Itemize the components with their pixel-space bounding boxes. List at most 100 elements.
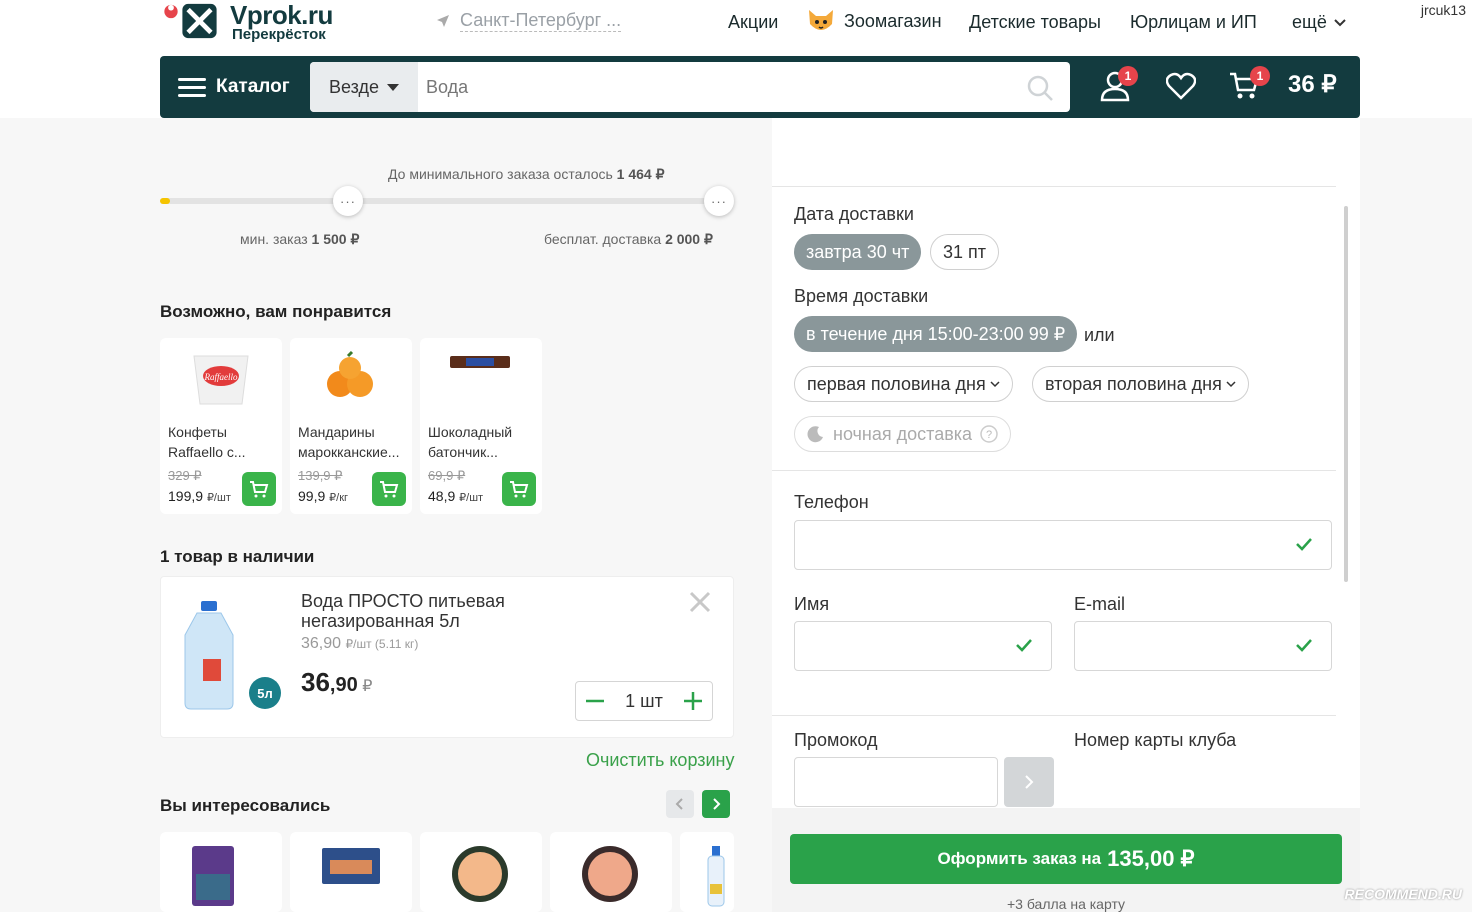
chevron-down-icon — [1334, 18, 1346, 26]
chevron-down-icon — [990, 381, 1000, 388]
chevron-left-icon — [675, 798, 683, 810]
divider — [772, 470, 1336, 471]
search-scope-label: Везде — [329, 76, 379, 97]
watermark: RECOMMEND.RU — [1344, 886, 1462, 902]
place-order-amount: 135,00 ₽ — [1107, 846, 1195, 871]
add-to-cart-button[interactable] — [242, 472, 276, 506]
product-card[interactable]: Шоколадный батончик... 69,9 ₽ 48,9 ₽/шт — [420, 338, 542, 514]
product-card[interactable]: Raffaello Конфеты Raffaello с... 329 ₽ 19… — [160, 338, 282, 514]
chevron-down-icon — [1226, 381, 1236, 388]
product-price-value: 48,9 — [428, 488, 456, 504]
logo[interactable]: Vprok.ru Перекрёсток — [160, 0, 340, 44]
help-icon: ? — [980, 425, 998, 443]
interested-title: Вы интересовались — [160, 796, 331, 815]
search-scope-dropdown[interactable]: Везде — [310, 62, 418, 112]
search-input[interactable] — [426, 62, 1006, 112]
phone-field[interactable] — [794, 520, 1332, 570]
product-price: 48,9 ₽/шт — [428, 488, 483, 504]
catalog-button[interactable]: Каталог — [178, 56, 290, 118]
city-selector[interactable]: Санкт-Петербург ... — [436, 10, 622, 32]
order-progress-fill — [160, 198, 170, 204]
product-price-unit: ₽/кг — [329, 492, 349, 504]
profile-button[interactable]: 1 — [1100, 66, 1138, 107]
carousel-prev-button[interactable] — [666, 790, 694, 818]
place-order-button[interactable]: Оформить заказ на 135,00 ₽ — [790, 834, 1342, 884]
place-order-label: Оформить заказ на — [937, 849, 1102, 868]
product-price: 199,9 ₽/шт — [168, 488, 231, 504]
product-name-line1: Мандарины — [298, 424, 375, 440]
nav-petshop[interactable]: Зоомагазин — [806, 6, 942, 36]
email-field[interactable] — [1074, 621, 1332, 671]
search-icon[interactable] — [1026, 74, 1054, 102]
cart-item-unit-price-value: 36,90 — [301, 635, 342, 652]
time-option-second-half[interactable]: вторая половина дня — [1032, 366, 1249, 402]
clear-cart-link[interactable]: Очистить корзину — [586, 750, 735, 771]
min-order-remaining-value: 1 464 ₽ — [616, 166, 665, 182]
product-card[interactable]: Мандарины марокканские... 139,9 ₽ 99,9 ₽/… — [290, 338, 412, 514]
plus-icon[interactable] — [682, 690, 704, 712]
nav-more[interactable]: ещё — [1292, 12, 1347, 33]
quantity-value[interactable]: 1 шт — [625, 691, 663, 712]
night-delivery-option[interactable]: ночная доставка ? — [794, 416, 1012, 452]
nav-business[interactable]: Юрлицам и ИП — [1130, 12, 1257, 33]
date-option-friday[interactable]: 31 пт — [930, 234, 1000, 270]
cart-item-name[interactable]: Вода ПРОСТО питьевая негазированная 5л — [301, 591, 505, 631]
location-arrow-icon — [437, 15, 449, 27]
interested-card[interactable] — [290, 832, 412, 912]
shrimp-pack-image — [192, 846, 234, 906]
nav-kids[interactable]: Детские товары — [969, 12, 1101, 33]
time-option-first-half[interactable]: первая половина дня — [794, 366, 1013, 402]
svg-text:Raffaello: Raffaello — [204, 372, 238, 382]
cart-item-unit-price: 36,90 ₽/шт (5.11 кг) — [301, 635, 418, 653]
interested-card[interactable] — [420, 832, 542, 912]
delivery-time-label: Время доставки — [794, 286, 929, 306]
interested-card[interactable] — [550, 832, 672, 912]
water-bottle-image — [184, 601, 234, 710]
logo-icon — [164, 3, 217, 39]
apply-promo-button[interactable] — [1004, 757, 1054, 807]
date-option-tomorrow[interactable]: завтра 30 чт — [794, 234, 922, 270]
product-name-line2: Raffaello с... — [168, 444, 246, 460]
add-to-cart-button[interactable] — [502, 472, 536, 506]
delivery-date-label: Дата доставки — [794, 204, 914, 224]
cart-item-price: 36,90 ₽ — [301, 667, 372, 698]
cart-total[interactable]: 36 ₽ — [1288, 70, 1337, 99]
time-option-second-half-label: вторая половина дня — [1045, 373, 1222, 394]
nav-promotions[interactable]: Акции — [728, 12, 778, 33]
bonus-text: +3 балла на карту — [1006, 896, 1126, 912]
favorites-icon[interactable] — [1166, 72, 1196, 100]
raffaello-box-image: Raffaello — [193, 355, 249, 405]
scrollbar[interactable] — [1344, 206, 1348, 582]
recommended-title: Возможно, вам понравится — [160, 302, 392, 321]
cart-badge: 1 — [1250, 66, 1270, 86]
promo-field[interactable] — [794, 757, 998, 807]
or-label: или — [1084, 325, 1115, 345]
name-field[interactable] — [794, 621, 1052, 671]
free-delivery-marker: ··· — [704, 186, 734, 216]
product-name-line1: Шоколадный — [428, 424, 513, 440]
carousel-next-button[interactable] — [702, 790, 730, 818]
interested-card[interactable] — [160, 832, 282, 912]
product-name: Конфеты Raffaello с... — [168, 422, 276, 462]
cart-item-unit-suffix: ₽/шт (5.11 кг) — [345, 637, 419, 651]
quantity-stepper: 1 шт — [575, 681, 713, 721]
bonus-info: +3 балла на карту — [772, 896, 1360, 912]
nav-more-label: ещё — [1292, 12, 1327, 32]
minus-icon[interactable] — [584, 690, 606, 712]
product-price-value: 99,9 — [298, 488, 326, 504]
snickers-bar-image — [450, 356, 510, 368]
add-to-cart-button[interactable] — [372, 472, 406, 506]
phone-label: Телефон — [794, 492, 869, 512]
free-delivery-info: бесплат. доставка 2 000 ₽ — [544, 231, 713, 248]
product-price: 99,9 ₽/кг — [298, 488, 348, 504]
min-order-remaining-label: До минимального заказа осталось — [388, 166, 613, 182]
time-option-day[interactable]: в течение дня 15:00-23:00 99 ₽ — [794, 316, 1078, 352]
cart-button[interactable]: 1 — [1228, 66, 1270, 107]
fish-pack-image — [322, 848, 380, 884]
divider — [772, 715, 1336, 716]
remove-item-icon[interactable] — [689, 591, 711, 613]
main-toolbar: Каталог Везде 1 1 36 ₽ — [160, 56, 1360, 118]
menu-icon — [178, 73, 206, 102]
interested-card[interactable] — [680, 832, 734, 912]
min-order-label: мин. заказ — [240, 231, 308, 247]
